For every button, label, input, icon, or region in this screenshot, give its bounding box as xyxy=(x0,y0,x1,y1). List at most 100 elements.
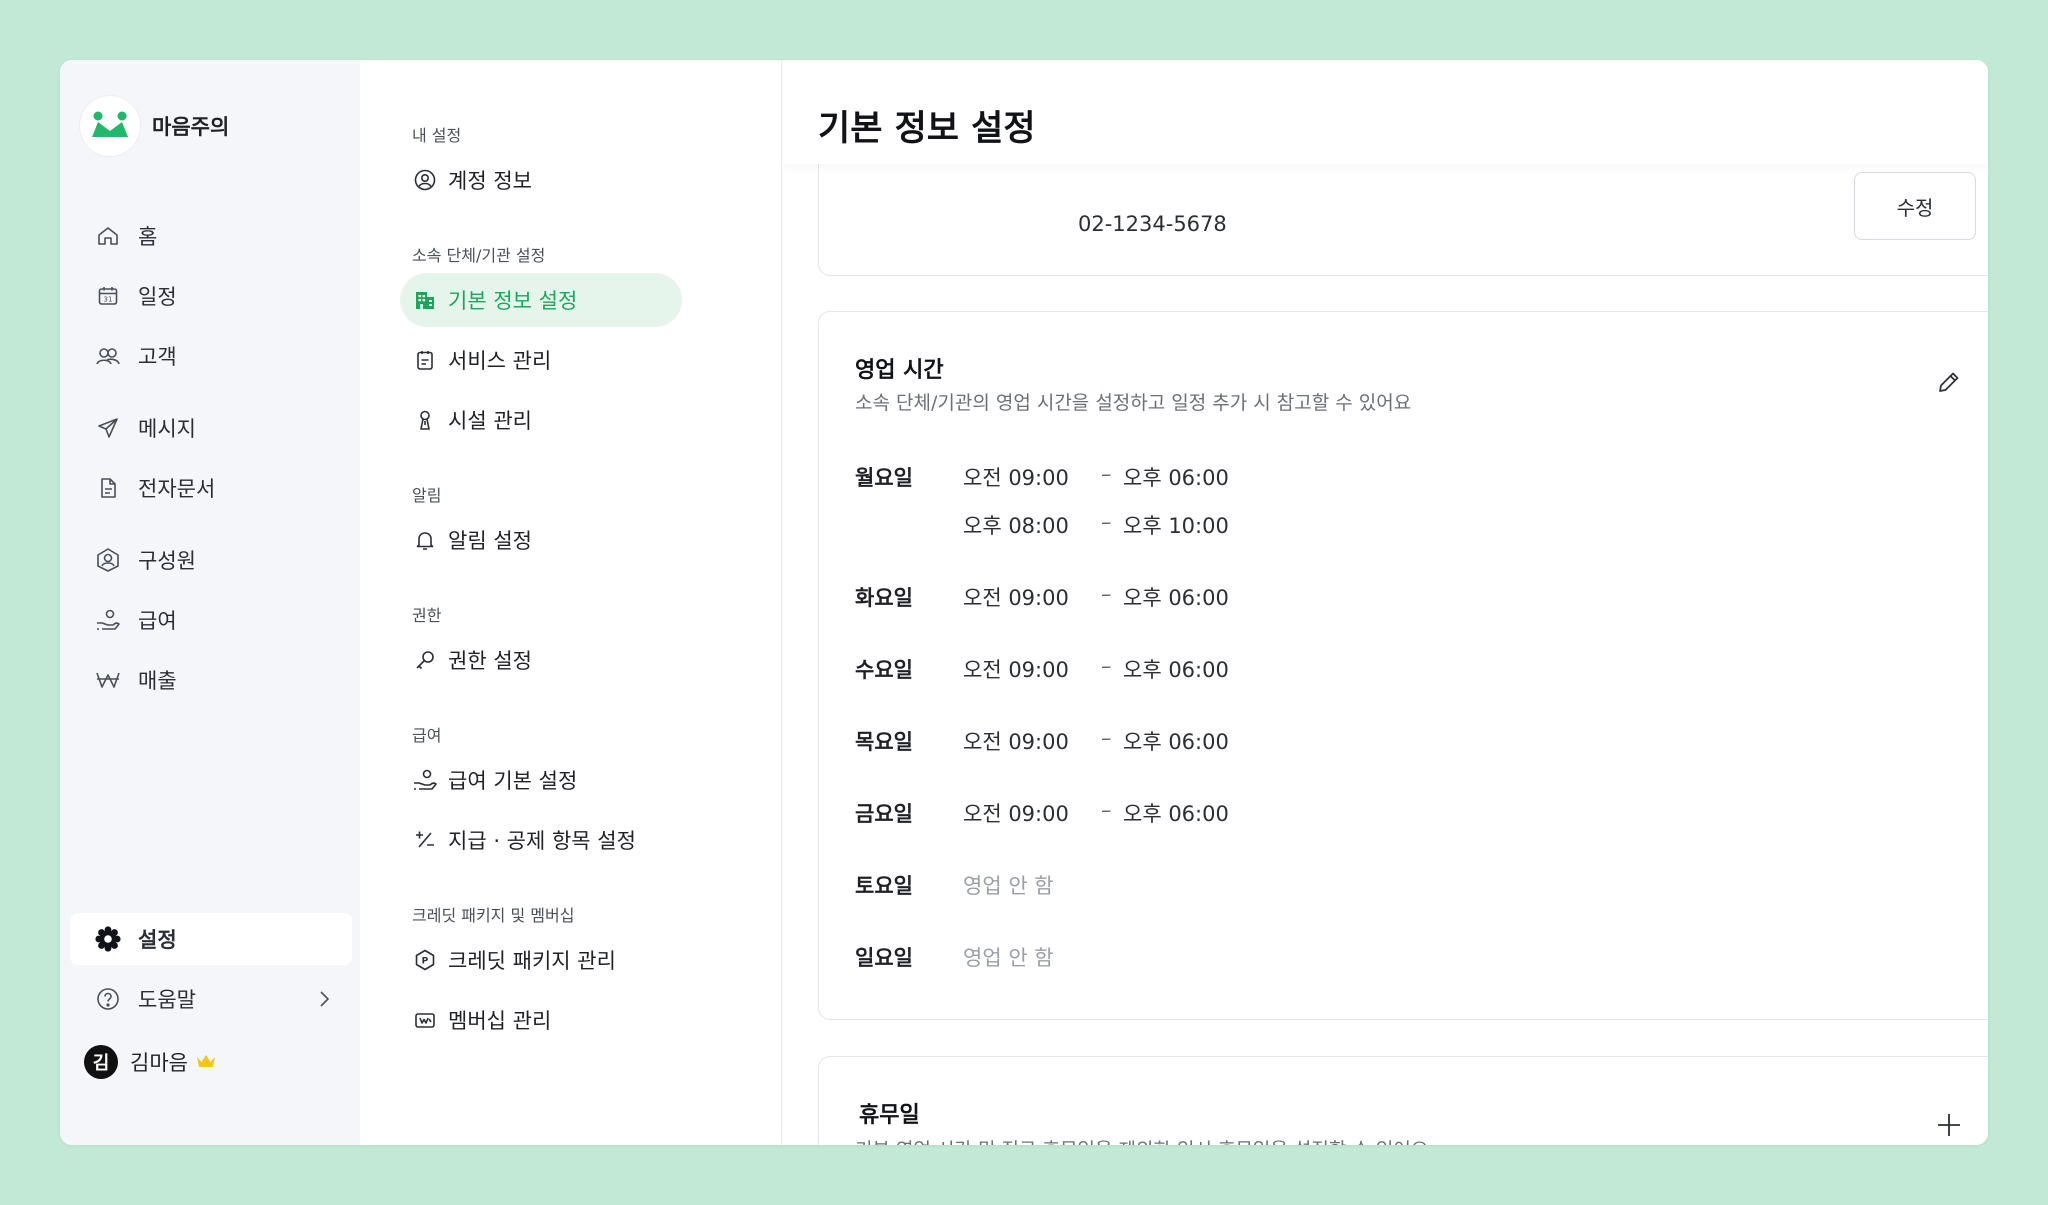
main-header: 기본 정보 설정 xyxy=(782,60,1988,164)
phone-number: 02-1234-5678 xyxy=(1078,212,1227,236)
close-time: 오후 06:00 xyxy=(1123,466,1229,490)
subnav-item-label: 지급 · 공제 항목 설정 xyxy=(448,829,636,853)
clipboard-icon xyxy=(412,347,438,373)
sidebar-item-payroll[interactable]: 급여 xyxy=(70,594,352,646)
sidebar-item-settings[interactable]: 설정 xyxy=(70,913,352,965)
time-separator: – xyxy=(1101,654,1112,678)
subnav-item-credit-packages[interactable]: P 크레딧 패키지 관리 xyxy=(400,933,682,987)
add-holiday-icon[interactable] xyxy=(1935,1111,1963,1143)
sidebar-item-label: 메시지 xyxy=(138,417,196,441)
day-name: 월요일 xyxy=(855,466,913,490)
time-separator: – xyxy=(1101,462,1112,486)
closed-label: 영업 안 함 xyxy=(963,874,1054,898)
subnav-item-label: 멤버십 관리 xyxy=(448,1009,552,1033)
key-icon xyxy=(412,647,438,673)
day-name: 수요일 xyxy=(855,658,913,682)
bell-icon xyxy=(412,527,438,553)
brand-name: 마음주의 xyxy=(152,115,230,139)
close-time: 오후 06:00 xyxy=(1123,730,1229,754)
business-hours-description: 소속 단체/기관의 영업 시간을 설정하고 일정 추가 시 참고할 수 있어요 xyxy=(855,392,1412,414)
holiday-card: 휴무일 기본 영업 시간 및 정규 휴무일을 제외한 임시 휴무일을 설정할 수… xyxy=(818,1056,1988,1145)
sidebar-item-label: 고객 xyxy=(138,345,177,369)
group-title-permissions: 권한 xyxy=(412,606,442,625)
sidebar-item-label: 일정 xyxy=(138,285,177,309)
day-row-monday: 월요일 오전 09:00 – 오후 06:00 xyxy=(855,462,1655,492)
sidebar-item-label: 전자문서 xyxy=(138,477,216,501)
group-title-notifications: 알림 xyxy=(412,486,442,505)
day-name: 금요일 xyxy=(855,802,913,826)
day-row-tuesday: 화요일 오전 09:00 – 오후 06:00 xyxy=(855,582,1655,612)
customers-icon xyxy=(94,342,122,370)
pencil-icon[interactable] xyxy=(1935,368,1963,400)
subnav-item-memberships[interactable]: 멤버십 관리 xyxy=(400,993,682,1047)
app-window: 마음주의 홈 31 일정 고객 메시지 전자문서 구성원 급여 매출 설정 도움… xyxy=(60,60,1988,1145)
time-separator: – xyxy=(1101,582,1112,606)
subnav-item-label: 서비스 관리 xyxy=(448,349,552,373)
sidebar-item-sales[interactable]: 매출 xyxy=(70,654,352,706)
sidebar-item-messages[interactable]: 메시지 xyxy=(70,402,352,454)
settings-nav: 내 설정 계정 정보 소속 단체/기관 설정 기본 정보 설정 서비스 관리 시… xyxy=(360,60,782,1145)
user-profile[interactable]: 김 김마음 xyxy=(84,1045,216,1079)
subnav-item-label: 시설 관리 xyxy=(448,409,532,433)
sidebar-item-label: 매출 xyxy=(138,669,177,693)
svg-text:P: P xyxy=(422,957,429,967)
gear-icon xyxy=(94,925,122,953)
subnav-item-label: 급여 기본 설정 xyxy=(448,769,578,793)
sidebar-item-label: 구성원 xyxy=(138,549,196,573)
time-separator: – xyxy=(1101,798,1112,822)
day-name: 화요일 xyxy=(855,586,913,610)
payroll-icon xyxy=(412,767,438,793)
closed-label: 영업 안 함 xyxy=(963,946,1054,970)
subnav-item-pay-deduction[interactable]: 지급 · 공제 항목 설정 xyxy=(400,813,682,867)
won-icon xyxy=(94,666,122,694)
subnav-item-account[interactable]: 계정 정보 xyxy=(400,153,682,207)
avatar: 김 xyxy=(84,1045,118,1079)
sidebar-item-help[interactable]: 도움말 xyxy=(70,973,352,1025)
brand[interactable]: 마음주의 xyxy=(80,96,229,156)
subnav-item-payroll-basic[interactable]: 급여 기본 설정 xyxy=(400,753,682,807)
day-row-saturday: 토요일 영업 안 함 xyxy=(855,870,1655,900)
group-title-payroll: 급여 xyxy=(412,726,442,745)
close-time: 오후 10:00 xyxy=(1123,514,1229,538)
credit-icon: P xyxy=(412,947,438,973)
group-title-my-settings: 내 설정 xyxy=(412,126,462,145)
sidebar-item-documents[interactable]: 전자문서 xyxy=(70,462,352,514)
page-title: 기본 정보 설정 xyxy=(818,109,1036,149)
brand-logo xyxy=(80,96,140,156)
sidebar-item-customers[interactable]: 고객 xyxy=(70,330,352,382)
calendar-icon: 31 xyxy=(94,282,122,310)
subnav-item-basic-info[interactable]: 기본 정보 설정 xyxy=(400,273,682,327)
subnav-item-notification-settings[interactable]: 알림 설정 xyxy=(400,513,682,567)
day-row-wednesday: 수요일 오전 09:00 – 오후 06:00 xyxy=(855,654,1655,684)
holiday-description: 기본 영업 시간 및 정규 휴무일을 제외한 임시 휴무일을 설정할 수 있어요 xyxy=(855,1135,1428,1145)
sidebar: 마음주의 홈 31 일정 고객 메시지 전자문서 구성원 급여 매출 설정 도움… xyxy=(60,60,360,1145)
sidebar-item-schedule[interactable]: 31 일정 xyxy=(70,270,352,322)
membership-card-icon xyxy=(412,1007,438,1033)
group-title-org-settings: 소속 단체/기관 설정 xyxy=(412,246,546,265)
send-icon xyxy=(94,414,122,442)
subnav-item-permission-settings[interactable]: 권한 설정 xyxy=(400,633,682,687)
day-row-monday-extra: 오후 08:00 – 오후 10:00 xyxy=(855,510,1655,540)
subnav-item-label: 알림 설정 xyxy=(448,529,532,553)
user-name: 김마음 xyxy=(130,1051,188,1075)
edit-phone-button[interactable]: 수정 xyxy=(1854,172,1976,240)
user-circle-icon xyxy=(412,167,438,193)
payroll-icon xyxy=(94,606,122,634)
subnav-item-facilities[interactable]: 시설 관리 xyxy=(400,393,682,447)
close-time: 오후 06:00 xyxy=(1123,586,1229,610)
members-icon xyxy=(94,546,122,574)
sidebar-item-label: 설정 xyxy=(138,928,177,952)
help-icon xyxy=(94,985,122,1013)
close-time: 오후 06:00 xyxy=(1123,802,1229,826)
day-row-thursday: 목요일 오전 09:00 – 오후 06:00 xyxy=(855,726,1655,756)
main-content: 기본 정보 설정 02-1234-5678 수정 영업 시간 소속 단체/기관의… xyxy=(782,60,1988,1145)
home-icon xyxy=(94,222,122,250)
subnav-item-services[interactable]: 서비스 관리 xyxy=(400,333,682,387)
sidebar-item-home[interactable]: 홈 xyxy=(70,210,352,262)
day-name: 토요일 xyxy=(855,874,913,898)
building-icon xyxy=(412,287,438,313)
subnav-item-label: 크레딧 패키지 관리 xyxy=(448,949,616,973)
open-time: 오전 09:00 xyxy=(963,586,1069,610)
svg-text:31: 31 xyxy=(104,296,113,304)
sidebar-item-members[interactable]: 구성원 xyxy=(70,534,352,586)
